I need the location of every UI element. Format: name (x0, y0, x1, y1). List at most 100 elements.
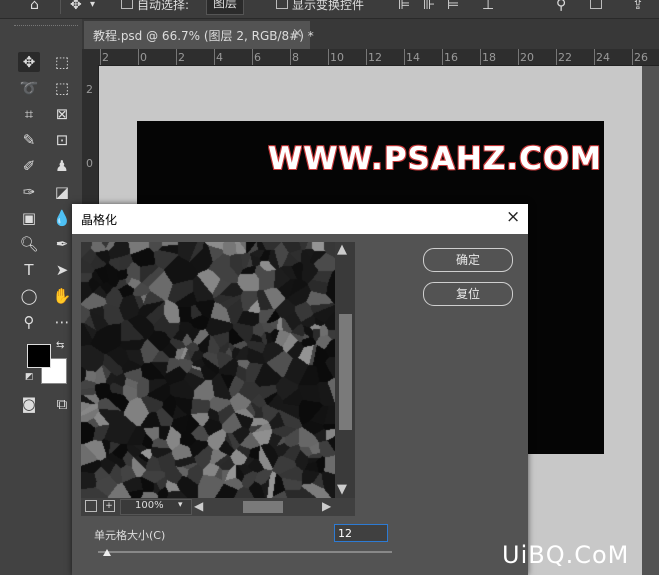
ruler-number: 2 (102, 51, 109, 64)
horizontal-ruler[interactable]: 2 0 2 4 6 8 10 12 14 16 18 20 22 24 26 (98, 49, 659, 66)
workspace-icon[interactable] (590, 0, 602, 9)
show-transform-checkbox[interactable] (276, 0, 288, 9)
ruler-tick (176, 49, 177, 65)
foreground-color-swatch-top[interactable] (27, 344, 51, 368)
align-bottom-icon[interactable]: ⊥ (482, 0, 494, 13)
zoom-level-value: 100% (135, 500, 164, 511)
ruler-tick (366, 49, 367, 65)
ruler-number: 26 (634, 51, 648, 64)
dialog-close-icon[interactable]: × (506, 207, 520, 227)
divider (60, 0, 61, 14)
ruler-number: 12 (368, 51, 382, 64)
auto-select-label: 自动选择: (137, 0, 190, 12)
zoom-tool-icon[interactable]: ⚲ (18, 312, 40, 332)
scroll-up-icon[interactable]: ▲ (337, 242, 347, 257)
preview-vertical-scroll-thumb[interactable] (339, 314, 352, 430)
eyedropper-tool-icon[interactable]: ✎ (18, 130, 40, 150)
crop-tool-icon[interactable]: ⌗ (18, 104, 40, 124)
more-tools-icon[interactable]: ⋯ (51, 312, 73, 332)
panel-grip[interactable] (14, 25, 78, 31)
gradient-tool-icon[interactable]: ▣ (18, 208, 40, 228)
home-icon[interactable]: ⌂ (30, 0, 39, 13)
document-tab-title: 教程.psd @ 66.7% (图层 2, RGB/8#) * (93, 29, 314, 43)
frame-tool-icon[interactable]: ⊠ (51, 104, 73, 124)
spot-healing-tool-icon[interactable]: ⊡ (51, 130, 73, 150)
close-tab-icon[interactable]: × (292, 26, 303, 41)
ruler-number: 16 (444, 51, 458, 64)
align-left-icon[interactable]: ⊫ (398, 0, 410, 13)
ruler-number: 18 (482, 51, 496, 64)
ruler-number: 22 (558, 51, 572, 64)
ruler-tick (290, 49, 291, 65)
screen-mode-icon[interactable]: ⧉ (51, 394, 73, 414)
path-select-tool-icon[interactable]: ➤ (51, 260, 73, 280)
ruler-tick (480, 49, 481, 65)
scroll-right-icon[interactable]: ▶ (322, 499, 331, 513)
marquee-tool-icon[interactable]: ⬚ (51, 52, 73, 72)
ruler-number: 6 (254, 51, 261, 64)
quick-mask-icon[interactable]: ◙ (18, 394, 40, 414)
auto-select-checkbox[interactable] (121, 0, 133, 9)
ruler-number: 2 (86, 83, 93, 96)
type-tool-icon[interactable]: T (18, 260, 40, 280)
zoom-level-dropdown[interactable]: 100% ▾ (120, 499, 192, 515)
cell-size-input[interactable]: 12 (334, 524, 388, 542)
document-tab[interactable]: 教程.psd @ 66.7% (图层 2, RGB/8#) * × (84, 21, 314, 49)
stamp-tool-icon[interactable]: ♟ (51, 156, 73, 176)
ruler-origin[interactable] (82, 49, 98, 65)
ruler-number: 10 (330, 51, 344, 64)
align-right-icon[interactable]: ⊨ (447, 0, 459, 13)
auto-select-dropdown[interactable]: 图层 (206, 0, 245, 15)
swap-colors-icon[interactable]: ⇆ (56, 340, 64, 351)
crystallize-dialog: 晶格化 × ▲ ▼ + 100% ▾ ◀ ▶ 确定 复位 单元格大小(C) 12 (72, 204, 528, 575)
ruler-number: 2 (178, 51, 185, 64)
chevron-down-icon[interactable]: ▾ (90, 0, 95, 10)
default-colors-icon[interactable]: ◩ (25, 372, 34, 382)
scroll-down-icon[interactable]: ▼ (337, 482, 347, 497)
cell-size-label: 单元格大小(C) (94, 529, 166, 542)
ruler-tick (518, 49, 519, 65)
search-icon[interactable]: ⚲ (556, 0, 566, 13)
dialog-titlebar[interactable] (72, 204, 528, 234)
cell-size-slider-thumb[interactable] (102, 549, 111, 556)
ruler-number: 20 (520, 51, 534, 64)
brush-tool-icon[interactable]: ✐ (18, 156, 40, 176)
ruler-tick (252, 49, 253, 65)
ok-button[interactable]: 确定 (423, 248, 513, 272)
show-transform-label: 显示变换控件 (292, 0, 365, 12)
share-icon[interactable]: ⇪ (632, 0, 644, 13)
ruler-tick (214, 49, 215, 65)
ruler-tick (138, 49, 139, 65)
crystallize-preview-image (81, 242, 335, 498)
filter-preview[interactable] (81, 242, 335, 498)
ruler-number: 24 (596, 51, 610, 64)
ruler-tick (100, 49, 101, 65)
reset-button[interactable]: 复位 (423, 282, 513, 306)
move-tool-icon[interactable]: ✥ (18, 52, 40, 72)
pen-tool-icon[interactable]: ✒ (51, 234, 73, 254)
dialog-title: 晶格化 (81, 213, 118, 227)
preview-horizontal-scroll-thumb[interactable] (243, 501, 283, 513)
dodge-tool-icon[interactable]: 🔍︎ (18, 234, 40, 254)
move-tool-icon[interactable]: ✥ (70, 0, 82, 13)
eraser-tool-icon[interactable]: ◪ (51, 182, 73, 202)
quick-select-tool-icon[interactable]: ⬚ (51, 78, 73, 98)
ruler-number: 8 (292, 51, 299, 64)
ruler-number: 4 (216, 51, 223, 64)
hand-tool-icon[interactable]: ✋ (51, 286, 73, 306)
zoom-in-icon[interactable]: + (103, 500, 115, 512)
options-bar: ⌂ ✥ ▾ 自动选择: 图层 显示变换控件 ⊫ ⊪ ⊨ ⊥ ⚲ ⇪ (0, 0, 659, 19)
ellipse-tool-icon[interactable]: ◯ (18, 286, 40, 306)
document-title-text: WWW.PSAHZ.COM (268, 141, 603, 177)
blur-tool-icon[interactable]: 💧 (51, 208, 73, 228)
ruler-number: 14 (406, 51, 420, 64)
cell-size-slider-track[interactable] (98, 551, 392, 553)
ruler-tick (404, 49, 405, 65)
site-watermark: UiBQ.CoM (502, 541, 630, 569)
zoom-out-icon[interactable] (85, 500, 97, 512)
ruler-tick (556, 49, 557, 65)
history-brush-tool-icon[interactable]: ✑ (18, 182, 40, 202)
lasso-tool-icon[interactable]: ➰ (18, 78, 40, 98)
scroll-left-icon[interactable]: ◀ (194, 499, 203, 513)
align-center-icon[interactable]: ⊪ (423, 0, 435, 13)
